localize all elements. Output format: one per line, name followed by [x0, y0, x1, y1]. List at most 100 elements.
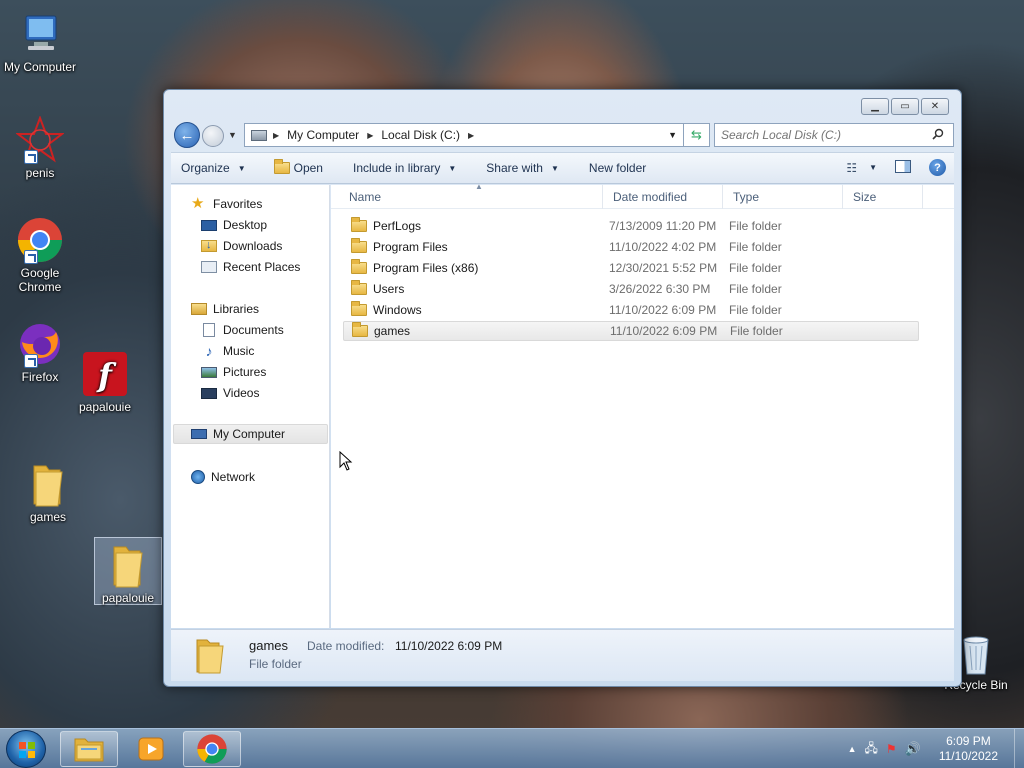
- taskbar-chrome-button[interactable]: [183, 731, 241, 767]
- file-type: File folder: [729, 282, 782, 296]
- details-date-label: Date modified:: [307, 639, 385, 653]
- forward-button[interactable]: [202, 125, 224, 147]
- file-list: Name ▲ Date modified Type Size PerfLogs 7…: [331, 182, 954, 628]
- new-folder-label: New folder: [588, 161, 647, 175]
- star-icon: ★: [191, 195, 205, 212]
- share-with-label: Share with: [486, 161, 543, 175]
- maximize-icon: ▭: [900, 101, 910, 112]
- nav-my-computer[interactable]: My Computer: [173, 424, 328, 444]
- nav-music[interactable]: ♪ Music: [201, 341, 255, 361]
- address-row: ← ▼ ▶ My Computer ▶ Local Disk (C:) ▶ ▼ …: [172, 122, 954, 148]
- desktop-icon-games[interactable]: games: [8, 460, 88, 524]
- nav-label: Libraries: [213, 302, 260, 316]
- red-star-icon: [15, 115, 65, 164]
- refresh-button[interactable]: ⇆: [684, 123, 710, 147]
- start-button[interactable]: [6, 730, 46, 768]
- table-row[interactable]: Program Files 11/10/2022 4:02 PM File fold…: [343, 237, 919, 257]
- table-row[interactable]: Users 3/26/2022 6:30 PM File folder: [343, 279, 919, 299]
- flash-icon: f: [81, 350, 129, 398]
- network-icon: [191, 470, 205, 484]
- change-view-button[interactable]: ☷ ▼: [846, 161, 877, 175]
- desktop-icon-label: penis: [25, 166, 55, 180]
- desktop-icon-my-computer[interactable]: My Computer: [0, 10, 80, 74]
- organize-button[interactable]: Organize ▼: [181, 161, 246, 175]
- new-folder-button[interactable]: New folder: [589, 161, 646, 175]
- column-size[interactable]: Size: [843, 185, 923, 209]
- nav-libraries[interactable]: Libraries: [191, 299, 259, 319]
- clock[interactable]: 6:09 PM 11/10/2022: [939, 734, 998, 764]
- details-date-value: 11/10/2022 6:09 PM: [395, 639, 503, 653]
- desktop-icon-penis[interactable]: penis: [0, 115, 80, 180]
- search-icon: [932, 128, 944, 140]
- show-hidden-icons-button[interactable]: ▲: [848, 744, 857, 754]
- table-row[interactable]: Windows 11/10/2022 6:09 PM File folder: [343, 300, 919, 320]
- nav-downloads[interactable]: Downloads: [201, 236, 282, 256]
- maximize-button[interactable]: ▭: [891, 98, 919, 115]
- nav-videos[interactable]: Videos: [201, 383, 259, 403]
- organize-label: Organize: [181, 161, 230, 175]
- table-row[interactable]: games 11/10/2022 6:09 PM File folder: [343, 321, 919, 341]
- close-icon: ✕: [930, 101, 940, 112]
- computer-icon: [16, 10, 64, 58]
- file-name: Windows: [373, 303, 422, 317]
- taskbar-explorer-button[interactable]: [60, 731, 118, 767]
- details-pane: games Date modified: 11/10/2022 6:09 PM …: [171, 629, 954, 681]
- chevron-right-icon: ▶: [367, 130, 374, 140]
- action-center-flag-icon[interactable]: ⚑: [886, 742, 897, 756]
- nav-recent-places[interactable]: Recent Places: [201, 257, 300, 277]
- desktop-icon-papalouie-flash[interactable]: f papalouie: [65, 350, 145, 414]
- nav-desktop[interactable]: Desktop: [201, 215, 267, 235]
- breadcrumb-my-computer[interactable]: My Computer: [287, 128, 359, 142]
- window-controls: ▁ ▭ ✕: [861, 98, 949, 115]
- help-icon[interactable]: ?: [929, 159, 946, 176]
- nav-network[interactable]: Network: [191, 467, 255, 487]
- folder-icon: [104, 541, 152, 589]
- column-name[interactable]: Name ▲: [339, 182, 603, 209]
- nav-documents[interactable]: Documents: [201, 320, 284, 340]
- network-tray-icon[interactable]: 🖧: [864, 739, 877, 760]
- nav-label: Music: [223, 344, 255, 358]
- recycle-bin-icon: [956, 632, 996, 676]
- clock-date: 11/10/2022: [938, 749, 998, 763]
- column-type[interactable]: Type: [723, 185, 843, 209]
- desktop-icon-google-chrome[interactable]: Google Chrome: [0, 216, 80, 294]
- search-input[interactable]: [714, 123, 954, 147]
- recent-pages-dropdown[interactable]: ▼: [228, 130, 237, 140]
- chrome-icon: [16, 216, 64, 264]
- share-with-button[interactable]: Share with ▼: [486, 161, 559, 175]
- close-button[interactable]: ✕: [921, 98, 949, 115]
- file-name: Program Files: [373, 240, 448, 254]
- minimize-button[interactable]: ▁: [861, 98, 889, 115]
- folder-icon: [351, 217, 367, 232]
- column-label: Type: [733, 190, 760, 204]
- column-label: Size: [853, 190, 877, 204]
- file-name: PerfLogs: [373, 219, 422, 233]
- back-button[interactable]: ←: [174, 122, 200, 148]
- column-label: Date modified: [613, 190, 688, 204]
- shortcut-arrow-icon: [24, 250, 38, 264]
- open-button[interactable]: Open: [273, 159, 323, 175]
- nav-favorites[interactable]: ★ Favorites: [191, 194, 262, 214]
- nav-label: Recent Places: [223, 260, 301, 274]
- nav-label: Downloads: [223, 239, 283, 253]
- show-desktop-button[interactable]: [1014, 729, 1024, 768]
- table-row[interactable]: Program Files (x86) 12/30/2021 5:52 PM Fil…: [343, 258, 919, 278]
- sort-ascending-icon: ▲: [475, 182, 483, 191]
- minimize-icon: ▁: [871, 101, 879, 112]
- address-bar[interactable]: ▶ My Computer ▶ Local Disk (C:) ▶ ▼: [244, 123, 684, 147]
- clock-time: 6:09 PM: [946, 734, 991, 748]
- file-name: Program Files (x86): [373, 261, 479, 275]
- nav-pictures[interactable]: Pictures: [201, 362, 266, 382]
- computer-icon: [191, 429, 207, 439]
- breadcrumb-local-disk[interactable]: Local Disk (C:): [381, 128, 460, 142]
- desktop-icon-papalouie-folder[interactable]: papalouie: [94, 537, 162, 605]
- nav-label: Favorites: [213, 197, 263, 211]
- volume-icon[interactable]: 🔊: [905, 741, 921, 757]
- table-row[interactable]: PerfLogs 7/13/2009 11:20 PM File folder: [343, 216, 919, 236]
- include-in-library-button[interactable]: Include in library ▼: [353, 161, 456, 175]
- explorer-window[interactable]: ▁ ▭ ✕ ← ▼ ▶ My Computer ▶ Local Disk (C:…: [163, 89, 962, 687]
- column-date-modified[interactable]: Date modified: [603, 185, 723, 209]
- chevron-down-icon[interactable]: ▼: [668, 130, 677, 140]
- taskbar-media-player-button[interactable]: [122, 731, 180, 767]
- preview-pane-button[interactable]: [895, 159, 911, 176]
